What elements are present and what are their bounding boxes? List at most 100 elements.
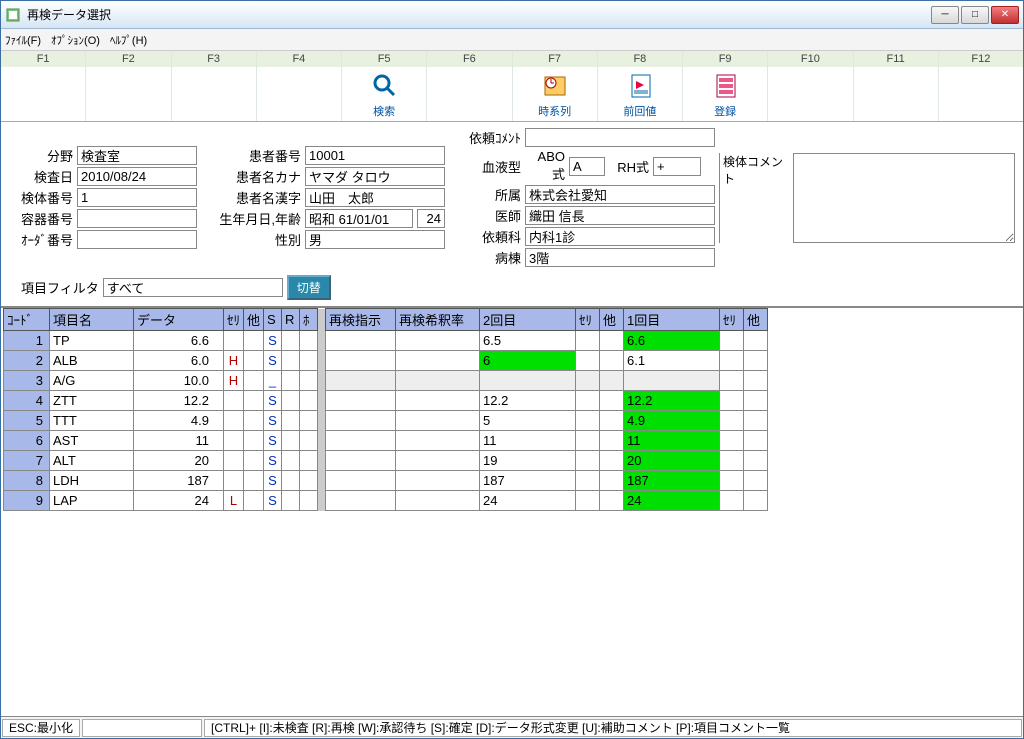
statusbar: ESC:最小化 [CTRL]+ [I]:未検査 [R]:再検 [W]:承認待ち … (1, 716, 1023, 738)
search-icon (368, 69, 400, 101)
table-row[interactable]: 6 AST 11 S 11 11 (4, 431, 768, 451)
filter-input[interactable] (103, 278, 283, 297)
fkey-f6: F6 (427, 51, 512, 121)
ward-input[interactable] (525, 248, 715, 267)
dept-label: 依頼科 (449, 227, 521, 246)
fkey-button-f1 (1, 67, 85, 121)
blank-icon (453, 78, 485, 110)
fkey-label: F8 (598, 51, 682, 67)
data-table-wrap: ｺｰﾄﾞ項目名データ ｾﾘ他SRﾎ 再検指示再検希釈率 2回目ｾﾘ他 1回目ｾﾘ… (1, 306, 1023, 716)
function-keys: F1 F2 F3 F4 F5 検索 F6 F7 時系列 F8 前回値 F9 登録… (1, 51, 1023, 122)
fkey-label: F9 (683, 51, 767, 67)
app-window: 再検データ選択 ─ □ ✕ ﾌｧｲﾙ(F) ｵﾌﾟｼｮﾝ(O) ﾍﾙﾌﾟ(H) … (0, 0, 1024, 739)
fkey-button-f12 (939, 67, 1023, 121)
patient-kana-label: 患者名カナ (201, 167, 301, 186)
specimen-no-label: 検体番号 (9, 188, 73, 207)
fkey-caption: 前回値 (623, 103, 656, 119)
field-input[interactable] (77, 146, 197, 165)
abo-input[interactable] (569, 157, 605, 176)
fkey-caption: 登録 (714, 103, 736, 119)
ward-label: 病棟 (449, 248, 521, 267)
container-no-label: 容器番号 (9, 209, 73, 228)
blank-icon (965, 78, 997, 110)
table-row[interactable]: 4 ZTT 12.2 S 12.2 12.2 (4, 391, 768, 411)
blank-icon (880, 78, 912, 110)
menu-file[interactable]: ﾌｧｲﾙ(F) (5, 32, 41, 48)
blank-icon (27, 78, 59, 110)
table-row[interactable]: 3 A/G 10.0 H _ (4, 371, 768, 391)
patient-kanji-input[interactable] (305, 188, 445, 207)
fkey-caption: 時系列 (538, 103, 571, 119)
fkey-f7: F7 時系列 (513, 51, 598, 121)
filter-toggle-button[interactable]: 切替 (287, 275, 331, 300)
form-area: 分野 検査日 検体番号 容器番号 ｵｰﾀﾞ番号 患者番号 患者名カナ 患者名漢字… (1, 122, 1023, 271)
fkey-button-f6 (427, 67, 511, 121)
affil-input[interactable] (525, 185, 715, 204)
fkey-button-f3 (172, 67, 256, 121)
fkey-label: F6 (427, 51, 511, 67)
table-row[interactable]: 9 LAP 24 L S 24 24 (4, 491, 768, 511)
fkey-button-f7[interactable]: 時系列 (513, 67, 597, 121)
fkey-button-f5[interactable]: 検索 (342, 67, 426, 121)
app-icon (5, 7, 21, 23)
container-no-input[interactable] (77, 209, 197, 228)
dept-input[interactable] (525, 227, 715, 246)
fkey-label: F12 (939, 51, 1023, 67)
dob-age-label: 生年月日,年齢 (201, 209, 301, 228)
fkey-label: F5 (342, 51, 426, 67)
table-row[interactable]: 8 LDH 187 S 187 187 (4, 471, 768, 491)
req-comment-input[interactable] (525, 128, 715, 147)
fkey-button-f11 (854, 67, 938, 121)
fkey-button-f4 (257, 67, 341, 121)
fkey-f1: F1 (1, 51, 86, 121)
table-row[interactable]: 2 ALB 6.0 H S 6 6.1 (4, 351, 768, 371)
fkey-label: F7 (513, 51, 597, 67)
fkey-label: F11 (854, 51, 938, 67)
blank-icon (198, 78, 230, 110)
fkey-label: F10 (768, 51, 852, 67)
menu-option[interactable]: ｵﾌﾟｼｮﾝ(O) (51, 32, 100, 48)
patient-no-label: 患者番号 (201, 146, 301, 165)
fkey-label: F1 (1, 51, 85, 67)
maximize-button[interactable]: □ (961, 6, 989, 24)
register-icon (709, 69, 741, 101)
blank-icon (794, 78, 826, 110)
filter-row: 項目フィルタ 切替 (1, 271, 1023, 306)
fkey-button-f8[interactable]: 前回値 (598, 67, 682, 121)
prev-icon (624, 69, 656, 101)
patient-kana-input[interactable] (305, 167, 445, 186)
fkey-f9: F9 登録 (683, 51, 768, 121)
menubar: ﾌｧｲﾙ(F) ｵﾌﾟｼｮﾝ(O) ﾍﾙﾌﾟ(H) (1, 29, 1023, 51)
patient-kanji-label: 患者名漢字 (201, 188, 301, 207)
data-grid[interactable]: ｺｰﾄﾞ項目名データ ｾﾘ他SRﾎ 再検指示再検希釈率 2回目ｾﾘ他 1回目ｾﾘ… (3, 308, 768, 511)
exam-date-input[interactable] (77, 167, 197, 186)
field-label: 分野 (9, 146, 73, 165)
age-input[interactable] (417, 209, 445, 228)
table-row[interactable]: 5 TTT 4.9 S 5 4.9 (4, 411, 768, 431)
fkey-button-f10 (768, 67, 852, 121)
dob-input[interactable] (305, 209, 413, 228)
fkey-f8: F8 前回値 (598, 51, 683, 121)
close-button[interactable]: ✕ (991, 6, 1019, 24)
rh-input[interactable] (653, 157, 701, 176)
fkey-button-f9[interactable]: 登録 (683, 67, 767, 121)
sex-input[interactable] (305, 230, 445, 249)
menu-help[interactable]: ﾍﾙﾌﾟ(H) (110, 32, 147, 48)
affil-label: 所属 (449, 185, 521, 204)
minimize-button[interactable]: ─ (931, 6, 959, 24)
doctor-input[interactable] (525, 206, 715, 225)
fkey-label: F2 (86, 51, 170, 67)
fkey-f3: F3 (172, 51, 257, 121)
specimen-comment-box[interactable] (793, 153, 1015, 243)
order-no-input[interactable] (77, 230, 197, 249)
status-esc: ESC:最小化 (2, 719, 80, 737)
window-title: 再検データ選択 (27, 6, 931, 23)
fkey-f5: F5 検索 (342, 51, 427, 121)
patient-no-input[interactable] (305, 146, 445, 165)
table-row[interactable]: 7 ALT 20 S 19 20 (4, 451, 768, 471)
specimen-comment-label: 検体コメント (719, 153, 793, 243)
table-row[interactable]: 1 TP 6.6 S 6.5 6.6 (4, 331, 768, 351)
blank-icon (112, 78, 144, 110)
fkey-f2: F2 (86, 51, 171, 121)
specimen-no-input[interactable] (77, 188, 197, 207)
